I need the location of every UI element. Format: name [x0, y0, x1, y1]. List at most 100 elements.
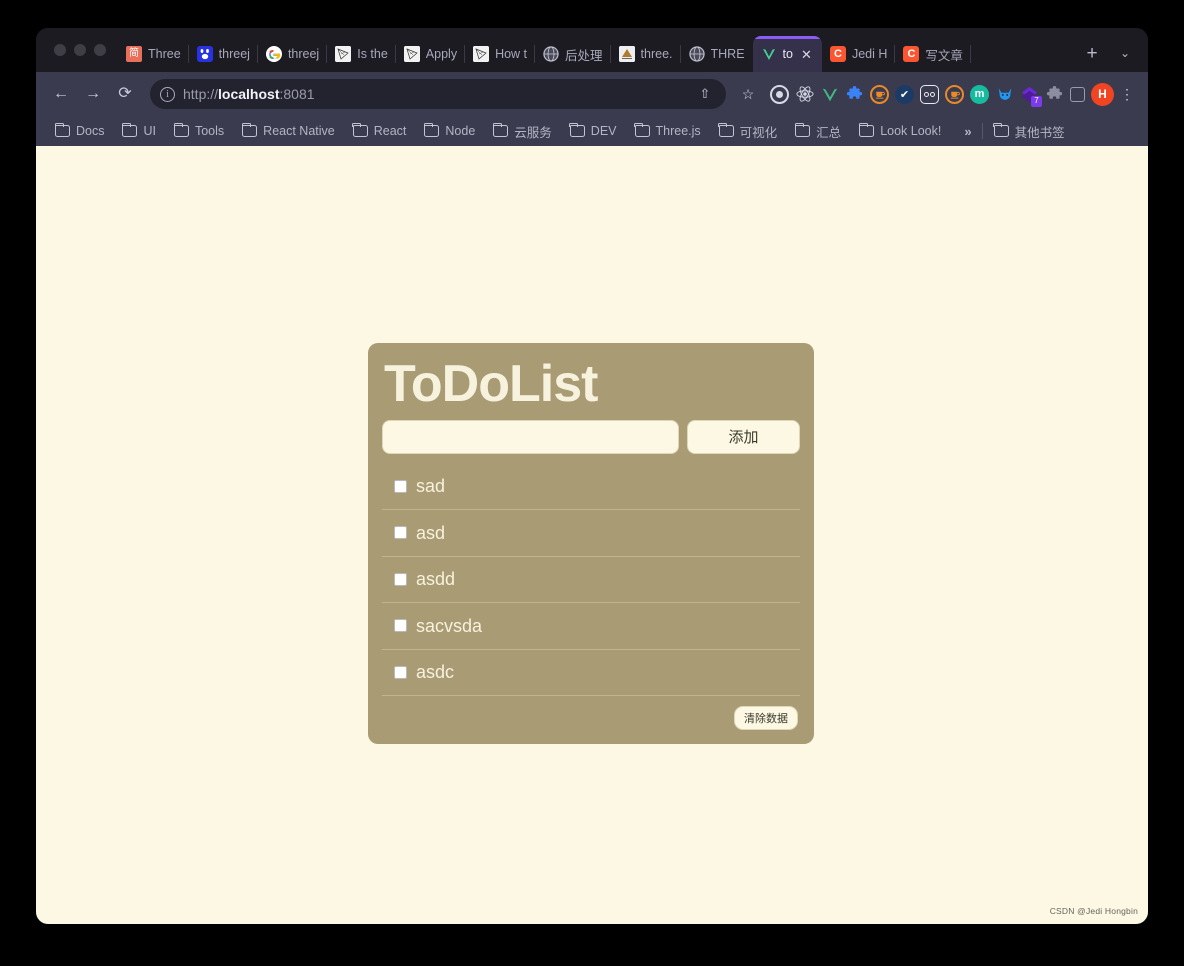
todo-item-checkbox[interactable]	[394, 479, 407, 493]
reload-button[interactable]: ⟳	[110, 79, 140, 109]
back-button[interactable]: ←	[46, 79, 76, 109]
browser-tab[interactable]: threej	[258, 36, 328, 72]
tab-search-button[interactable]: ⌄	[1110, 38, 1140, 68]
bookmark-item[interactable]: React Native	[233, 122, 344, 138]
diamond-icon[interactable]: 7	[1020, 85, 1042, 107]
cat-icon[interactable]	[995, 85, 1014, 104]
folder-icon	[241, 122, 258, 137]
bookmark-item[interactable]: 云服务	[484, 122, 561, 141]
todo-footer: 清除数据	[382, 696, 800, 732]
bookmark-item[interactable]: UI	[113, 122, 165, 138]
bookmark-item[interactable]: Tools	[165, 122, 233, 138]
todo-item-label: asd	[416, 522, 446, 543]
browser-tab[interactable]: How t	[465, 36, 535, 72]
bookmark-item[interactable]: Node	[415, 122, 484, 138]
share-icon[interactable]: ⇧	[694, 83, 716, 105]
react-devtools-icon[interactable]	[795, 85, 814, 104]
bookmark-item[interactable]: 可视化	[710, 122, 787, 141]
todolist-card: ToDoList 添加 sad asd asdd sacvsda asdc 清除数据	[368, 343, 814, 745]
todo-item-label: sad	[416, 476, 446, 497]
profile-avatar[interactable]: H	[1091, 82, 1114, 106]
window-close-button[interactable]	[54, 44, 66, 56]
bookmark-label: Tools	[194, 124, 225, 138]
tab-label: threej	[287, 47, 320, 61]
new-tab-button[interactable]: +	[1078, 40, 1106, 68]
tab-close-icon[interactable]: ✕	[799, 47, 814, 62]
bookmark-item[interactable]: Three.js	[626, 122, 710, 138]
bookmark-label: 其他书签	[1014, 125, 1065, 140]
page-title: ToDoList	[384, 355, 598, 413]
csdn-icon: C	[829, 46, 846, 62]
browser-tab[interactable]: Apply	[396, 36, 466, 72]
address-bar[interactable]: i http://localhost:8081 ⇧	[150, 79, 726, 109]
tab-label: three.	[640, 47, 673, 61]
vite-icon	[761, 46, 777, 62]
url-host: localhost	[218, 86, 280, 102]
bookmark-star-icon[interactable]: ☆	[736, 82, 760, 106]
bookmark-item[interactable]: Look Look!	[850, 122, 950, 138]
target-icon[interactable]	[770, 84, 789, 104]
browser-tab[interactable]: three.	[611, 36, 681, 72]
window-maximize-button[interactable]	[94, 44, 106, 56]
coffee-orange-icon[interactable]	[870, 84, 889, 104]
threejs-doc-icon	[403, 46, 420, 62]
forward-button[interactable]: →	[78, 79, 108, 109]
todo-item-checkbox[interactable]	[394, 526, 407, 540]
todo-item-label: asdd	[416, 569, 456, 590]
todo-item-checkbox[interactable]	[394, 619, 407, 633]
todo-item: sad	[382, 464, 800, 511]
tab-label: Is the	[357, 47, 388, 61]
bookmark-item[interactable]: Docs	[46, 122, 113, 138]
extensions-puzzle-icon[interactable]	[1045, 85, 1064, 104]
tab-list: 简 Three threej threej Is the Apply How t 后处理 thr…	[118, 28, 1072, 72]
folder-icon	[54, 122, 70, 137]
browser-tab[interactable]: THRE	[681, 36, 753, 72]
browser-tab[interactable]: to ✕	[752, 36, 822, 72]
folder-icon	[122, 122, 138, 137]
browser-tab[interactable]: threej	[189, 36, 258, 72]
clear-data-button[interactable]: 清除数据	[734, 706, 798, 731]
bookmark-item[interactable]: 汇总	[786, 122, 850, 141]
tab-label: threej	[218, 47, 250, 61]
browser-tab[interactable]: 后处理	[535, 36, 611, 72]
todo-item-list: sad asd asdd sacvsda asdc	[382, 464, 800, 697]
todo-item-checkbox[interactable]	[394, 572, 407, 586]
bookmark-label: Look Look!	[880, 124, 942, 138]
threejs-doc-icon	[335, 46, 352, 62]
puzzle-blue-icon[interactable]	[845, 85, 864, 104]
side-panel-icon[interactable]	[1070, 86, 1085, 102]
folder-icon	[858, 122, 875, 137]
momentum-icon[interactable]: m	[970, 84, 989, 104]
bookmark-item[interactable]: DEV	[561, 122, 626, 138]
todo-text-input[interactable]	[382, 419, 679, 454]
coffee-orange-icon[interactable]	[945, 84, 964, 104]
bookmarks-overflow-button[interactable]: »	[956, 124, 979, 139]
tab-label: THRE	[710, 47, 745, 61]
bookmark-label: 汇总	[816, 125, 842, 140]
browser-toolbar: ← → ⟳ i http://localhost:8081 ⇧ ☆ ✔ m 7 H …	[36, 72, 1148, 116]
browser-tab[interactable]: Is the	[327, 36, 396, 72]
bookmark-label: Docs	[76, 124, 105, 138]
threejs-doc-icon	[473, 46, 490, 62]
browser-tab[interactable]: C 写文章	[895, 36, 971, 72]
todo-item-checkbox[interactable]	[394, 665, 407, 679]
goggles-icon[interactable]	[920, 84, 939, 104]
tab-label: to	[782, 47, 793, 61]
url-suffix: :8081	[279, 86, 315, 102]
window-minimize-button[interactable]	[74, 44, 86, 56]
page-viewport: ToDoList 添加 sad asd asdd sacvsda asdc 清除数据 C…	[36, 146, 1148, 924]
folder-icon	[173, 122, 189, 137]
add-todo-button[interactable]: 添加	[687, 419, 800, 454]
other-bookmarks-folder[interactable]: 其他书签	[985, 122, 1074, 141]
bookmark-item[interactable]: React	[344, 122, 416, 138]
globe-icon	[543, 46, 560, 62]
todo-item: sacvsda	[382, 603, 800, 650]
vue-devtools-icon[interactable]	[820, 85, 839, 104]
browser-window: 简 Three threej threej Is the Apply How t 后处理 thr…	[36, 28, 1148, 924]
browser-tab[interactable]: 简 Three	[118, 36, 189, 72]
browser-menu-icon[interactable]: ⋮	[1116, 87, 1138, 101]
check-circle-icon[interactable]: ✔	[895, 84, 914, 104]
site-info-icon[interactable]: i	[160, 86, 175, 102]
folder-icon	[423, 122, 440, 137]
browser-tab[interactable]: C Jedi H	[822, 36, 896, 72]
